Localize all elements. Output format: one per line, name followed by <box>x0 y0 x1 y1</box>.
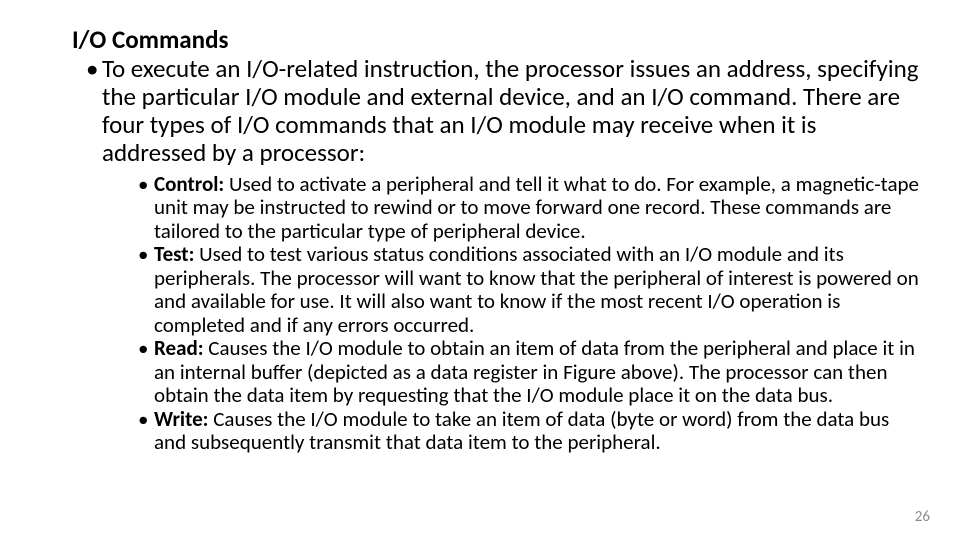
intro-bullet: To execute an I/O-related instruction, t… <box>86 55 920 455</box>
item-read: Read: Causes the I/O module to obtain an… <box>138 337 920 408</box>
item-read-label: Read: <box>154 335 204 361</box>
item-test: Test: Used to test various status condit… <box>138 243 920 337</box>
item-read-text: Causes the I/O module to obtain an item … <box>154 335 915 408</box>
item-control-label: Control: <box>154 171 224 197</box>
item-test-text: Used to test various status conditions a… <box>154 241 919 338</box>
bullet-list-level1: To execute an I/O-related instruction, t… <box>72 55 920 455</box>
item-write-label: Write: <box>154 406 208 432</box>
item-control-text: Used to activate a peripheral and tell i… <box>154 171 919 244</box>
page-number: 26 <box>915 508 930 526</box>
item-write: Write: Causes the I/O module to take an … <box>138 408 920 455</box>
intro-text: To execute an I/O-related instruction, t… <box>102 53 919 168</box>
bullet-list-level2: Control: Used to activate a peripheral a… <box>102 173 920 455</box>
item-test-label: Test: <box>154 241 194 267</box>
item-write-text: Causes the I/O module to take an item of… <box>154 406 889 456</box>
slide: I/O Commands To execute an I/O-related i… <box>0 0 960 540</box>
slide-title: I/O Commands <box>72 26 920 55</box>
item-control: Control: Used to activate a peripheral a… <box>138 173 920 244</box>
